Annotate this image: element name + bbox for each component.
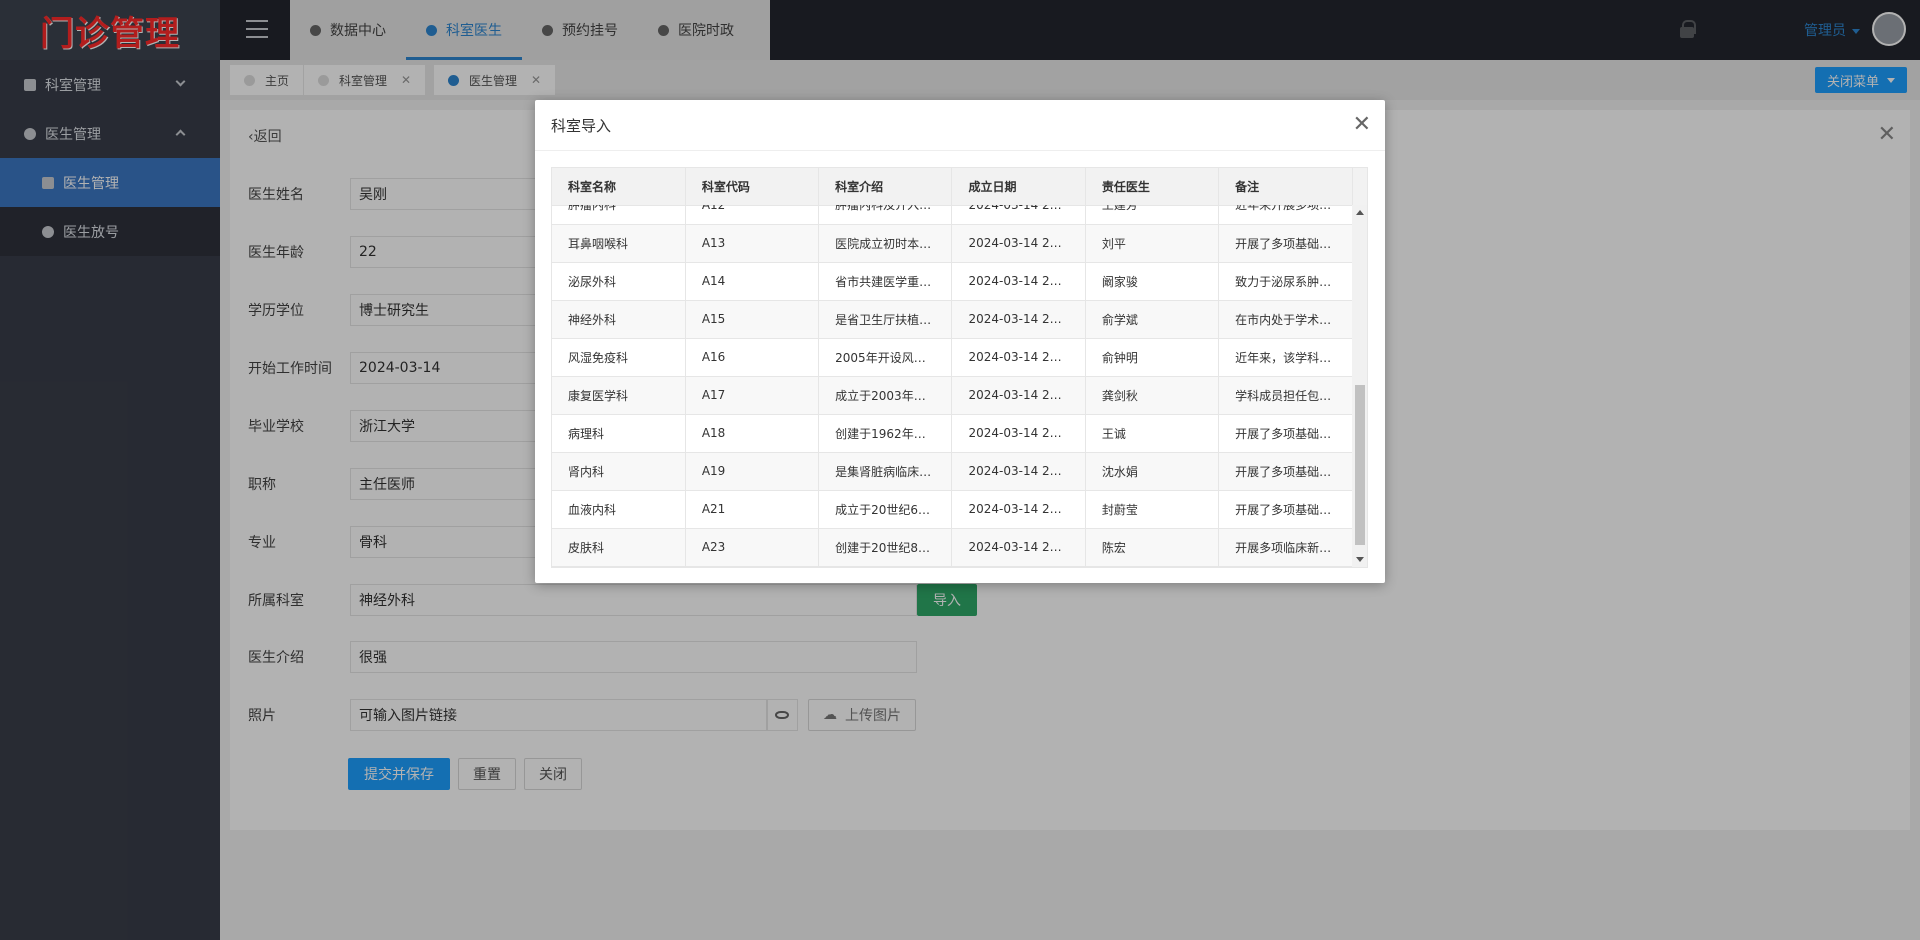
table-cell: A16: [685, 338, 820, 376]
table-cell: 省市共建医学重…: [818, 262, 953, 300]
department-table: 科室名称科室代码科室介绍成立日期责任医生备注 肿瘤内科A12肿瘤内科及介入…20…: [551, 167, 1368, 568]
close-icon[interactable]: ✕: [1353, 112, 1371, 137]
table-row[interactable]: 神经外科 A15 是省卫生厅扶植… 2024-03-14 21:… 俞学斌 在市内处于学术…: [552, 300, 1352, 338]
scrollbar-thumb[interactable]: [1355, 385, 1365, 545]
table-cell: 陈宏: [1085, 528, 1220, 566]
table-cell: A13: [685, 224, 820, 262]
table-cell: 开展了多项基础…: [1235, 502, 1332, 517]
table-cell: 开展了多项基础…: [1235, 464, 1332, 479]
table-cell: 开展了多项基础…: [1235, 236, 1332, 251]
table-cell: 成立于20世纪6…: [818, 490, 953, 528]
table-cell: 神经外科: [552, 300, 686, 338]
table-row[interactable]: 血液内科 A21 成立于20世纪6… 2024-03-14 21:… 封蔚莹 开展了多项基…: [552, 490, 1352, 528]
scroll-up-icon[interactable]: [1356, 210, 1364, 215]
table-cell: 2024-03-14 21:…: [951, 338, 1086, 376]
column-header[interactable]: 科室介绍: [818, 168, 953, 206]
table-body: 肿瘤内科A12肿瘤内科及介入…2024-03-14 21:…王建芳近年来开展多项…: [552, 205, 1352, 567]
table-row[interactable]: 肾内科 A19 是集肾脏病临床… 2024-03-14 21:… 沈水娟 开展了多项基础…: [552, 452, 1352, 490]
table-cell: 康复医学科: [552, 376, 686, 414]
table-cell: 2024-03-14 21:…: [951, 528, 1086, 566]
table-cell: 耳鼻咽喉科: [552, 224, 686, 262]
table-cell: 成立于2003年…: [818, 376, 953, 414]
column-header[interactable]: 备注: [1218, 168, 1352, 206]
table-cell: 在市内处于学术…: [1235, 312, 1332, 327]
table-cell: 创建于20世纪8…: [818, 528, 953, 566]
table-cell: A14: [685, 262, 820, 300]
column-header[interactable]: 科室代码: [685, 168, 820, 206]
table-cell: 肿瘤内科: [552, 205, 686, 224]
table-row[interactable]: 皮肤科 A23 创建于20世纪8… 2024-03-14 21:… 陈宏 开展多项临床新…: [552, 528, 1352, 566]
scroll-corner: [1352, 168, 1367, 205]
vertical-scrollbar[interactable]: [1352, 205, 1367, 567]
table-cell: 2024-03-14 21:…: [951, 262, 1086, 300]
table-cell: 2024-03-14 21:…: [951, 490, 1086, 528]
table-cell: 风湿免疫科: [552, 338, 686, 376]
table-cell: 皮肤科: [552, 528, 686, 566]
table-cell: 创建于1962年…: [818, 414, 953, 452]
column-header[interactable]: 责任医生: [1085, 168, 1220, 206]
table-cell: 肿瘤内科及介入…: [818, 205, 953, 224]
department-import-dialog: 科室导入 ✕ 科室名称科室代码科室介绍成立日期责任医生备注 肿瘤内科A12肿瘤内…: [535, 100, 1385, 583]
table-cell: 刘平: [1085, 224, 1220, 262]
table-cell: 泌尿外科: [552, 262, 686, 300]
table-row[interactable]: 泌尿外科 A14 省市共建医学重… 2024-03-14 21:… 阚家骏 致力于泌尿系肿…: [552, 262, 1352, 300]
table-cell: A17: [685, 376, 820, 414]
table-cell: 2024-03-14 21:…: [951, 452, 1086, 490]
table-cell: A12: [685, 205, 820, 224]
table-cell: 开展了多项基础…: [1235, 426, 1332, 441]
table-cell: 俞学斌: [1085, 300, 1220, 338]
table-cell: 学科成员担任包…: [1235, 388, 1332, 403]
table-row[interactable]: 病理科 A18 创建于1962年… 2024-03-14 21:… 王诚 开展了多项基础…: [552, 414, 1352, 452]
table-row[interactable]: 耳鼻咽喉科 A13 医院成立初时本… 2024-03-14 21:… 刘平 开展了多项基础…: [552, 224, 1352, 262]
table-cell: 是集肾脏病临床…: [818, 452, 953, 490]
table-cell: 医院成立初时本…: [818, 224, 953, 262]
dialog-title: 科室导入: [535, 100, 1385, 151]
table-cell: 病理科: [552, 414, 686, 452]
table-cell: 血液内科: [552, 490, 686, 528]
table-cell: 沈水娟: [1085, 452, 1220, 490]
table-cell: A19: [685, 452, 820, 490]
table-cell: 2024-03-14 21:…: [951, 300, 1086, 338]
table-cell: 2024-03-14 21:…: [951, 376, 1086, 414]
table-cell: 俞钟明: [1085, 338, 1220, 376]
table-cell: 致力于泌尿系肿…: [1235, 274, 1332, 289]
column-header[interactable]: 科室名称: [552, 168, 686, 206]
table-header: 科室名称 科室代码 科室介绍 成立日期 责任医生 备注: [552, 168, 1352, 206]
table-cell: 王诚: [1085, 414, 1220, 452]
table-cell: 近年来，该学科…: [1235, 350, 1332, 365]
table-cell: A21: [685, 490, 820, 528]
table-cell: A23: [685, 528, 820, 566]
table-cell: 2024-03-14 21:…: [951, 224, 1086, 262]
table-cell: 王建芳: [1085, 205, 1220, 224]
table-cell: A15: [685, 300, 820, 338]
table-cell: 开展多项临床新…: [1235, 540, 1332, 555]
table-cell: 封蔚莹: [1085, 490, 1220, 528]
table-cell: 阚家骏: [1085, 262, 1220, 300]
table-cell: 近年来开展多项…: [1235, 205, 1332, 213]
table-cell: 2005年开设风…: [818, 338, 953, 376]
table-cell: 是省卫生厅扶植…: [818, 300, 953, 338]
scroll-down-icon[interactable]: [1356, 557, 1364, 562]
table-row[interactable]: 肿瘤内科A12肿瘤内科及介入…2024-03-14 21:…王建芳 近年来开展多项…: [552, 205, 1352, 224]
table-cell: 肾内科: [552, 452, 686, 490]
table-row[interactable]: 康复医学科 A17 成立于2003年… 2024-03-14 21:… 龚剑秋 学科成员担…: [552, 376, 1352, 414]
table-cell: 龚剑秋: [1085, 376, 1220, 414]
table-cell: A18: [685, 414, 820, 452]
column-header[interactable]: 成立日期: [951, 168, 1086, 206]
table-row[interactable]: 风湿免疫科 A16 2005年开设风… 2024-03-14 21:… 俞钟明 近年来，该…: [552, 338, 1352, 376]
table-cell: 2024-03-14 21:…: [951, 414, 1086, 452]
table-cell: 2024-03-14 21:…: [951, 205, 1086, 224]
